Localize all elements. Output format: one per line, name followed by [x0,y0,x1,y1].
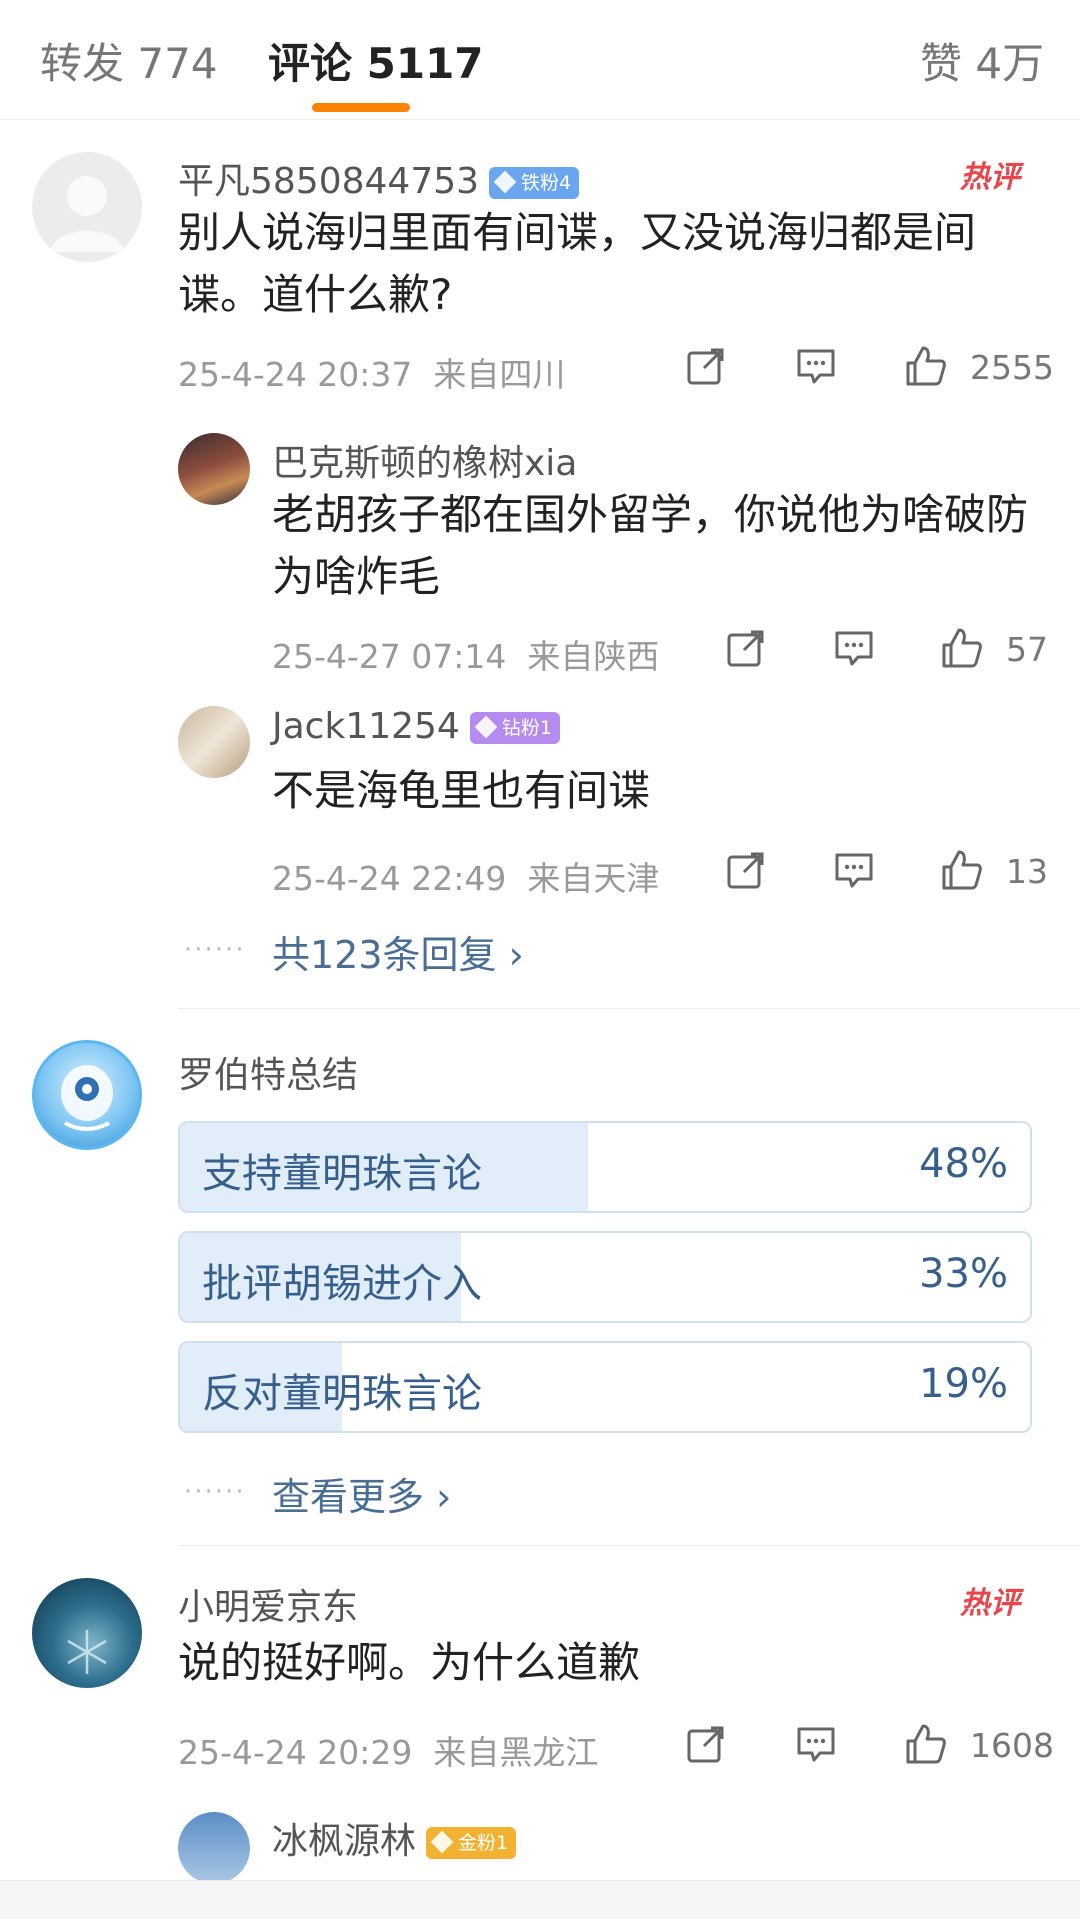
reply-actions: 13 [0,848,1080,894]
robot-icon [61,1065,113,1131]
comment-actions: 1608 [0,1722,1080,1768]
like-icon[interactable] [940,626,984,670]
poll-option-percent: 48% [919,1141,1008,1187]
poll-option-percent: 33% [919,1251,1008,1297]
comment-text: 别人说海归里面有间谍，又没说海归都是间谍。道什么歉? [178,208,977,319]
snowflake-icon [67,1630,107,1674]
like-count: 13 [1006,852,1048,891]
comment-tabs: 转发 774 评论 5117 赞 4万 [0,0,1080,120]
reply-avatar[interactable] [178,1812,250,1884]
reply-actions: 57 [0,626,1080,672]
poll-option[interactable]: 批评胡锡进介入 33% [178,1231,1032,1323]
poll-option-percent: 19% [919,1361,1008,1407]
reply-username[interactable]: 冰枫源林 金粉1 [272,1812,517,1864]
reply-username[interactable]: 巴克斯顿的橡树xia [272,434,577,486]
poll-option[interactable]: 反对董明珠言论 19% [178,1341,1032,1433]
fan-badge: 钻粉1 [469,712,560,744]
comment-actions: 2555 [0,344,1080,390]
like-count: 2555 [970,348,1054,387]
username-text: 冰枫源林 [272,1821,417,1862]
badge-label: 钻粉1 [501,717,552,739]
share-icon[interactable] [684,344,728,388]
reply-username[interactable]: Jack11254 钻粉1 [272,706,560,747]
diamond-icon [430,1830,454,1854]
dots-divider: ······ [184,1477,246,1507]
diamond-icon [493,170,517,194]
fan-badge: 铁粉4 [489,167,580,199]
poll-option[interactable]: 支持董明珠言论 48% [178,1121,1032,1213]
badge-label: 金粉1 [458,1832,509,1854]
active-tab-indicator [312,103,410,112]
bot-avatar[interactable] [32,1040,142,1150]
avatar[interactable] [32,1578,142,1688]
share-icon[interactable] [684,1722,728,1766]
more-replies-link[interactable]: 共123条回复 › [272,924,524,979]
bottom-strip [0,1880,1080,1919]
comment-icon[interactable] [832,848,876,892]
like-icon[interactable] [904,1722,948,1766]
see-more-link[interactable]: 查看更多 › [272,1466,451,1521]
poll-author[interactable]: 罗伯特总结 [178,1046,358,1098]
dots-divider: ······ [184,935,246,965]
reply-avatar[interactable] [178,706,250,778]
like-icon[interactable] [904,344,948,388]
comment-username[interactable]: 小明爱京东 [178,1578,358,1630]
username-text: 平凡5850844753 [178,161,480,202]
like-icon[interactable] [940,848,984,892]
like-count: 1608 [970,1726,1054,1765]
comment-icon[interactable] [794,344,838,388]
reply-text: 老胡孩子都在国外留学，你说他为啥破防为啥炸毛 [272,490,1029,601]
diamond-icon [474,715,498,739]
tab-repost[interactable]: 转发 774 [40,30,218,91]
share-icon[interactable] [724,626,768,670]
default-avatar-icon [50,176,124,252]
divider [178,1008,1080,1009]
like-count: 57 [1006,630,1048,669]
poll-option-label: 批评胡锡进介入 [202,1261,482,1307]
hot-comment-badge: 热评 [960,1586,1020,1621]
badge-label: 铁粉4 [521,172,572,194]
tab-likes[interactable]: 赞 4万 [920,30,1044,91]
avatar[interactable] [32,152,142,262]
reply-avatar[interactable] [178,433,250,505]
poll-option-label: 反对董明珠言论 [202,1371,482,1417]
share-icon[interactable] [724,848,768,892]
reply-text: 不是海龟里也有间谍 [272,766,651,815]
comment-text: 说的挺好啊。为什么道歉 [178,1638,641,1687]
hot-comment-badge: 热评 [960,160,1020,195]
fan-badge: 金粉1 [426,1827,517,1859]
comment-icon[interactable] [832,626,876,670]
comment-username[interactable]: 平凡5850844753 铁粉4 [178,152,580,204]
username-text: Jack11254 [272,706,460,747]
poll-option-label: 支持董明珠言论 [202,1151,482,1197]
comment-icon[interactable] [794,1722,838,1766]
tab-comments[interactable]: 评论 5117 [268,30,484,91]
divider [178,1545,1080,1546]
